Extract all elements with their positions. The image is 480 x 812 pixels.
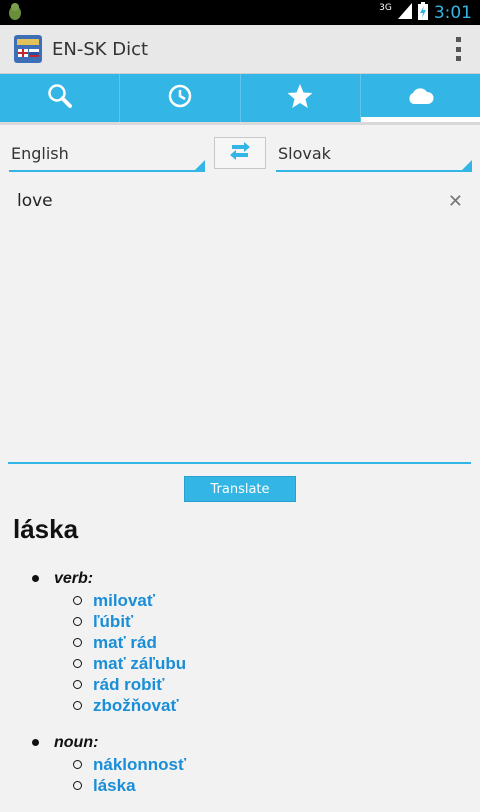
cloud-icon xyxy=(406,86,434,110)
android-debug-icon xyxy=(6,2,24,26)
sense-list: milovať ľúbiť mať rád mať záľubu rád rob… xyxy=(54,590,480,716)
translation-link[interactable]: zbožňovať xyxy=(93,696,179,715)
bullet-icon xyxy=(32,575,39,582)
target-language-label: Slovak xyxy=(278,144,331,163)
list-item: ľúbiť xyxy=(54,611,480,632)
translation-link[interactable]: mať rád xyxy=(93,633,157,652)
list-item: náklonnosť xyxy=(54,754,480,775)
clear-icon[interactable]: ✕ xyxy=(448,191,463,212)
search-icon xyxy=(47,83,73,113)
swap-languages-button[interactable] xyxy=(214,137,266,169)
source-language-label: English xyxy=(11,144,69,163)
bullet-icon xyxy=(32,739,39,746)
status-bar: 3G 3:01 xyxy=(0,0,480,25)
tab-history[interactable] xyxy=(119,74,239,122)
battery-icon xyxy=(417,1,428,24)
tab-bar xyxy=(0,74,480,122)
language-selector-row: English Slovak xyxy=(0,137,480,173)
tab-online[interactable] xyxy=(359,74,480,122)
pos-group-verb: verb: milovať ľúbiť mať rád mať záľubu r… xyxy=(0,568,480,716)
pos-label: noun: xyxy=(54,734,99,751)
translation-link[interactable]: ľúbiť xyxy=(93,612,133,631)
sense-list: náklonnosť láska xyxy=(54,754,480,796)
spinner-arrow-icon xyxy=(195,160,205,170)
tab-divider xyxy=(0,122,480,125)
history-icon xyxy=(167,83,193,113)
tab-search[interactable] xyxy=(0,74,119,122)
translation-link[interactable]: náklonnosť xyxy=(93,755,186,774)
word-input[interactable]: love ✕ xyxy=(8,183,471,464)
list-item: rád robiť xyxy=(54,674,480,695)
app-title: EN-SK Dict xyxy=(52,38,149,60)
swap-arrows-icon xyxy=(230,142,250,164)
signal-icon xyxy=(397,2,412,23)
tab-favorites[interactable] xyxy=(239,74,360,122)
list-item: láska xyxy=(54,775,480,796)
translation-link[interactable]: rád robiť xyxy=(93,675,164,694)
list-item: mať záľubu xyxy=(54,653,480,674)
translation-link[interactable]: mať záľubu xyxy=(93,654,186,673)
source-language-spinner[interactable]: English xyxy=(9,137,205,172)
list-item: milovať xyxy=(54,590,480,611)
overflow-menu-icon[interactable] xyxy=(454,37,462,61)
translation-link[interactable]: láska xyxy=(93,776,136,795)
target-language-spinner[interactable]: Slovak xyxy=(276,137,472,172)
list-item: zbožňovať xyxy=(54,695,480,716)
input-text: love xyxy=(17,191,53,211)
pos-label: verb: xyxy=(54,570,94,587)
pos-group-noun: noun: náklonnosť láska xyxy=(0,732,480,796)
translation-link[interactable]: milovať xyxy=(93,591,155,610)
list-item: mať rád xyxy=(54,632,480,653)
star-icon xyxy=(286,82,314,114)
part-of-speech-list: verb: milovať ľúbiť mať rád mať záľubu r… xyxy=(0,568,480,812)
clock: 3:01 xyxy=(433,2,472,23)
app-logo-icon[interactable] xyxy=(14,35,42,63)
result-headword: láska xyxy=(13,514,79,544)
action-bar: EN-SK Dict xyxy=(0,25,480,74)
spinner-arrow-icon xyxy=(462,160,472,170)
network-type-label: 3G xyxy=(379,2,392,13)
translate-button[interactable]: Translate xyxy=(184,476,296,502)
